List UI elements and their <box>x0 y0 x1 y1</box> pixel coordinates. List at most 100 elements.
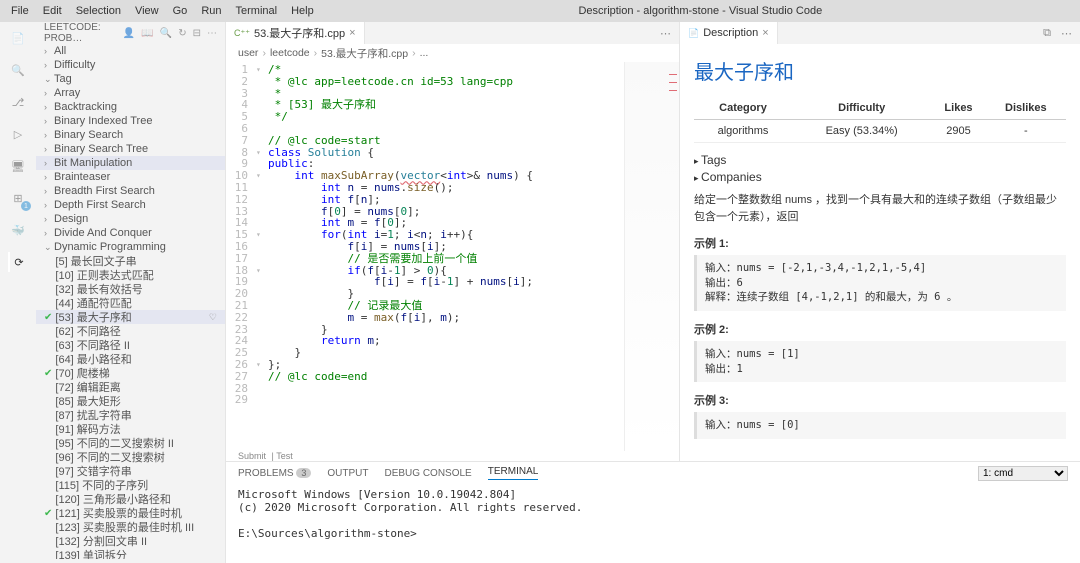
menu-view[interactable]: View <box>128 2 166 20</box>
minimap[interactable] <box>624 62 679 451</box>
problems-tab[interactable]: PROBLEMS 3 <box>238 468 311 479</box>
companies-expander[interactable]: Companies <box>694 170 1066 184</box>
problem-item[interactable]: ✔[63] 不同路径 II <box>36 338 225 352</box>
docker-icon[interactable]: 🐳 <box>8 220 28 240</box>
example3-title: 示例 3: <box>694 392 1066 408</box>
editor-tabbar: C⁺⁺ 53.最大子序和.cpp × ⋯ <box>226 22 679 44</box>
main-menu: FileEditSelectionViewGoRunTerminalHelp <box>0 2 321 20</box>
tree-tag-item[interactable]: ›Breadth First Search <box>36 184 225 198</box>
tree-bit-manipulation[interactable]: ›Bit Manipulation <box>36 156 225 170</box>
breadcrumb[interactable]: user›leetcode›53.最大子序和.cpp›... <box>226 44 679 62</box>
menu-run[interactable]: Run <box>194 2 228 20</box>
problem-item[interactable]: ✔[97] 交错字符串 <box>36 464 225 478</box>
example2-body: 输入：nums = [1] 输出：1 <box>694 341 1066 382</box>
terminal-output[interactable]: Microsoft Windows [Version 10.0.19042.80… <box>226 484 1080 563</box>
tree-tag-item[interactable]: ›Backtracking <box>36 100 225 114</box>
problem-item[interactable]: ✔[5] 最长回文子串 <box>36 254 225 268</box>
problem-item[interactable]: ✔[87] 扰乱字符串 <box>36 408 225 422</box>
menu-go[interactable]: Go <box>166 2 195 20</box>
editor-group-left: C⁺⁺ 53.最大子序和.cpp × ⋯ user›leetcode›53.最大… <box>226 22 680 461</box>
problem-item[interactable]: ✔[85] 最大矩形 <box>36 394 225 408</box>
example1-title: 示例 1: <box>694 235 1066 251</box>
menu-edit[interactable]: Edit <box>36 2 69 20</box>
more-icon[interactable]: ⋯ <box>1061 27 1072 40</box>
panel-tabs: PROBLEMS 3 OUTPUT DEBUG CONSOLE TERMINAL… <box>226 462 1080 484</box>
activity-bar: 📄 🔍 ⎇ ▷ 🖥 ⊞ 🐳 ⟳ <box>0 22 36 563</box>
tags-expander[interactable]: Tags <box>694 153 1066 167</box>
tab-label: 53.最大子序和.cpp <box>254 25 345 41</box>
problem-item[interactable]: ✔[132] 分割回文串 II <box>36 534 225 548</box>
description-panel: 最大子序和 CategoryDifficultyLikesDislikes al… <box>680 44 1080 461</box>
example2-title: 示例 2: <box>694 321 1066 337</box>
problem-item[interactable]: ✔[121] 买卖股票的最佳时机 <box>36 506 225 520</box>
problem-item[interactable]: ✔[53] 最大子序和♡ <box>36 310 225 324</box>
tree-tag-item[interactable]: ›Divide And Conquer <box>36 226 225 240</box>
remote-icon[interactable]: 🖥 <box>8 156 28 176</box>
tree-tag-item[interactable]: ›Binary Indexed Tree <box>36 114 225 128</box>
tree-all[interactable]: ›All <box>36 44 225 58</box>
tab-label: Description <box>703 27 758 39</box>
sidebar-header: LEETCODE: PROB… 👤 📖 🔍 ↻ ⊟ ⋯ <box>36 22 225 44</box>
problem-title: 最大子序和 <box>694 56 1066 85</box>
problem-item[interactable]: ✔[62] 不同路径 <box>36 324 225 338</box>
description-tab[interactable]: 📄 Description × <box>680 22 778 44</box>
menu-selection[interactable]: Selection <box>69 2 128 20</box>
leetcode-icon[interactable]: ⟳ <box>8 252 28 272</box>
sidebar: LEETCODE: PROB… 👤 📖 🔍 ↻ ⊟ ⋯ ›All ›Diffic… <box>36 22 226 563</box>
tree-tag-item[interactable]: ›Binary Search <box>36 128 225 142</box>
tree-tag-item[interactable]: ›Binary Search Tree <box>36 142 225 156</box>
tree-tag-item[interactable]: ›Design <box>36 212 225 226</box>
tree-tag-item[interactable]: ›Brainteaser <box>36 170 225 184</box>
tree-tag[interactable]: ⌄Tag <box>36 72 225 86</box>
terminal-dropdown[interactable]: 1: cmd <box>978 466 1068 481</box>
problem-item[interactable]: ✔[115] 不同的子序列 <box>36 478 225 492</box>
problem-item[interactable]: ✔[139] 单词拆分 <box>36 548 225 559</box>
close-icon[interactable]: × <box>762 27 768 39</box>
refresh-icon[interactable]: ↻ <box>178 28 186 39</box>
code-lens[interactable]: Submit | Test <box>226 451 679 461</box>
menu-terminal[interactable]: Terminal <box>229 2 285 20</box>
menu-file[interactable]: File <box>4 2 36 20</box>
sidebar-title: LEETCODE: PROB… <box>44 22 123 44</box>
description-tabbar: 📄 Description × ⧉ ⋯ <box>680 22 1080 44</box>
problem-item[interactable]: ✔[72] 编辑距离 <box>36 380 225 394</box>
problem-item[interactable]: ✔[91] 解码方法 <box>36 422 225 436</box>
problem-item[interactable]: ✔[70] 爬楼梯 <box>36 366 225 380</box>
tree-difficulty[interactable]: ›Difficulty <box>36 58 225 72</box>
tree-tag-item[interactable]: ›Array <box>36 86 225 100</box>
editor-tab-file[interactable]: C⁺⁺ 53.最大子序和.cpp × <box>226 22 365 44</box>
files-icon[interactable]: 📄 <box>8 28 28 48</box>
problem-intro: 给定一个整数数组 nums ，找到一个具有最大和的连续子数组（子数组最少包含一个… <box>694 192 1066 225</box>
debug-console-tab[interactable]: DEBUG CONSOLE <box>384 468 471 479</box>
problem-item[interactable]: ✔[96] 不同的二叉搜索树 <box>36 450 225 464</box>
extensions-icon[interactable]: ⊞ <box>8 188 28 208</box>
more-icon[interactable]: ⋯ <box>660 27 671 40</box>
split-icon[interactable]: ⧉ <box>1043 27 1051 40</box>
problem-item[interactable]: ✔[95] 不同的二叉搜索树 II <box>36 436 225 450</box>
problem-item[interactable]: ✔[10] 正则表达式匹配 <box>36 268 225 282</box>
problem-item[interactable]: ✔[44] 通配符匹配 <box>36 296 225 310</box>
book-icon[interactable]: 📖 <box>141 28 153 39</box>
output-tab[interactable]: OUTPUT <box>327 468 368 479</box>
problem-item[interactable]: ✔[120] 三角形最小路径和 <box>36 492 225 506</box>
menu-help[interactable]: Help <box>284 2 321 20</box>
code-editor[interactable]: 1234567891011121314151617181920212223242… <box>226 62 679 451</box>
run-debug-icon[interactable]: ▷ <box>8 124 28 144</box>
source-control-icon[interactable]: ⎇ <box>8 92 28 112</box>
problem-item[interactable]: ✔[64] 最小路径和 <box>36 352 225 366</box>
tree-dynamic-programming[interactable]: ⌄Dynamic Programming <box>36 240 225 254</box>
close-icon[interactable]: × <box>349 27 355 39</box>
problem-item[interactable]: ✔[123] 买卖股票的最佳时机 III <box>36 520 225 534</box>
collapse-icon[interactable]: ⊟ <box>193 28 201 39</box>
titlebar: FileEditSelectionViewGoRunTerminalHelp D… <box>0 0 1080 22</box>
sign-in-icon[interactable]: 👤 <box>123 28 135 39</box>
search-icon[interactable]: 🔍 <box>160 28 172 39</box>
problem-tree: ›All ›Difficulty ⌄Tag ›Array›Backtrackin… <box>36 44 225 559</box>
search-icon[interactable]: 🔍 <box>8 60 28 80</box>
problem-item[interactable]: ✔[32] 最长有效括号 <box>36 282 225 296</box>
doc-icon: 📄 <box>688 28 699 39</box>
terminal-tab[interactable]: TERMINAL <box>488 466 539 480</box>
tree-tag-item[interactable]: ›Depth First Search <box>36 198 225 212</box>
more-icon[interactable]: ⋯ <box>207 28 217 39</box>
problem-meta-table: CategoryDifficultyLikesDislikes algorith… <box>694 97 1066 143</box>
